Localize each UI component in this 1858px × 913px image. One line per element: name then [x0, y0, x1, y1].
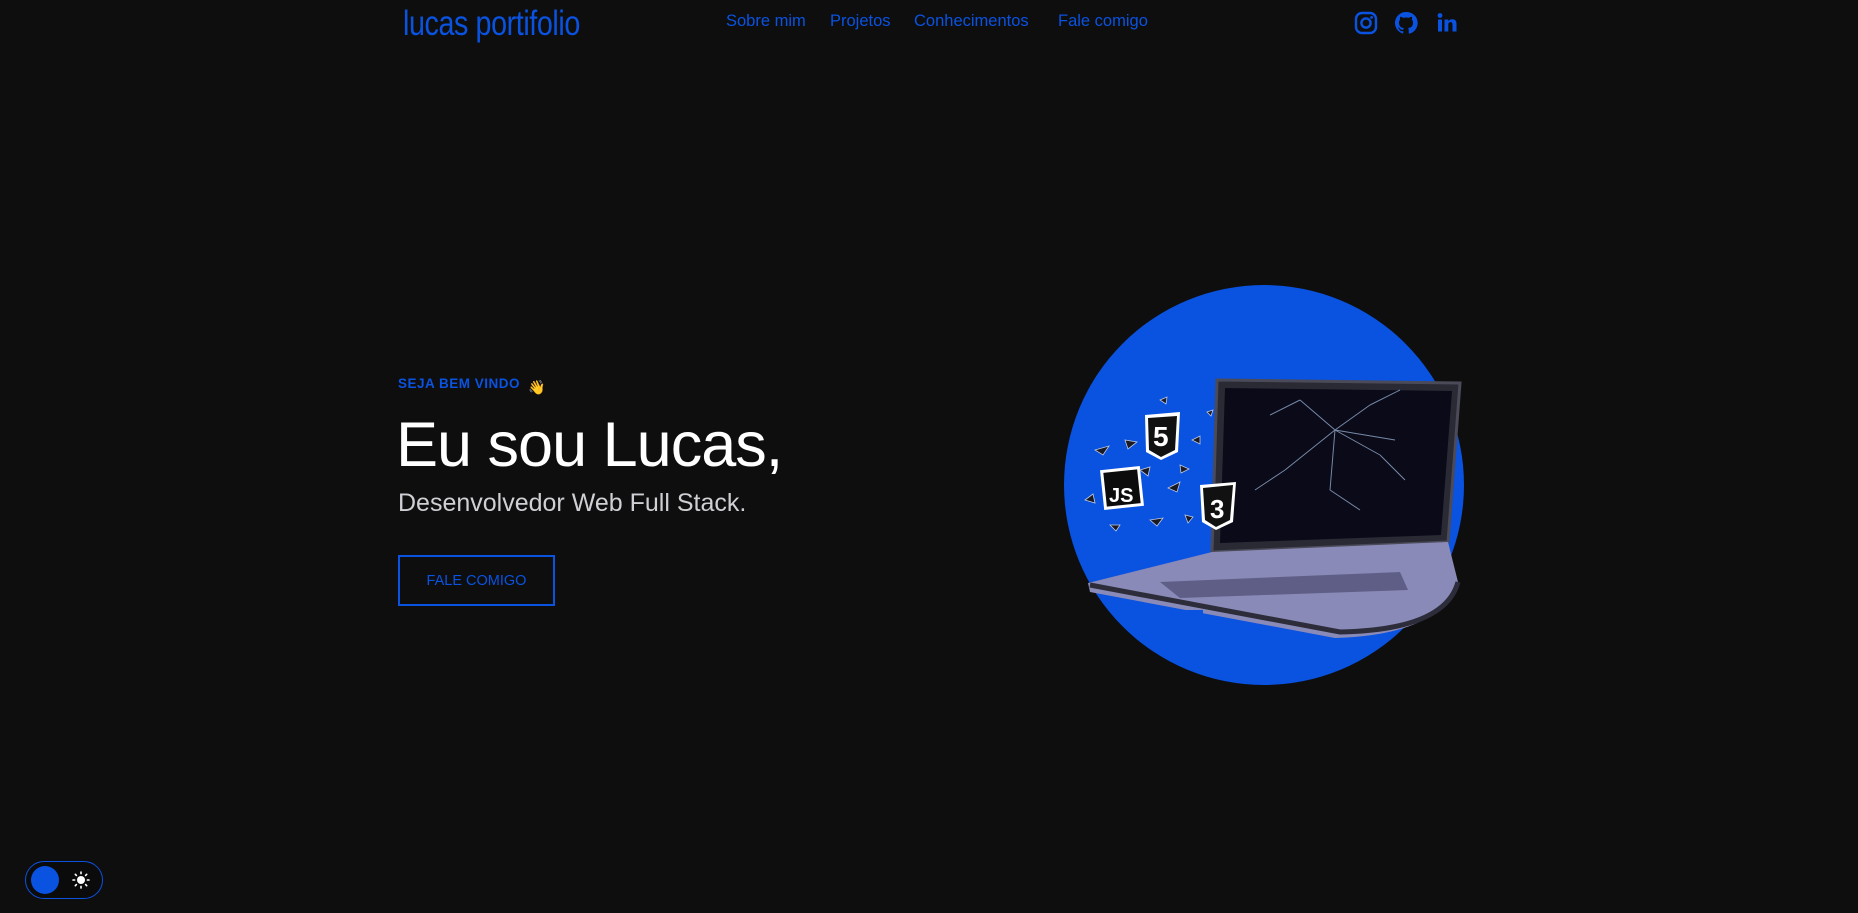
- hero-headline: Eu sou Lucas,: [396, 410, 783, 480]
- fale-comigo-button[interactable]: FALE COMIGO: [398, 555, 555, 606]
- js-badge-label: JS: [1109, 485, 1133, 507]
- linkedin-icon[interactable]: [1433, 9, 1461, 37]
- welcome-text: SEJA BEM VINDO: [398, 376, 521, 391]
- toggle-knob: [31, 866, 59, 894]
- nav-link-conhecimentos[interactable]: Conhecimentos: [914, 12, 1029, 31]
- nav-link-projetos[interactable]: Projetos: [830, 12, 891, 31]
- nav-link-sobre-mim[interactable]: Sobre mim: [726, 12, 806, 31]
- github-icon[interactable]: [1392, 9, 1420, 37]
- hero-subtitle: Desenvolvedor Web Full Stack.: [398, 489, 747, 517]
- html5-badge-label: 5: [1153, 421, 1169, 452]
- instagram-icon[interactable]: [1352, 9, 1380, 37]
- theme-toggle[interactable]: [25, 861, 103, 899]
- site-logo[interactable]: lucas portifolio: [403, 4, 580, 44]
- sun-icon: [72, 871, 90, 889]
- waving-hand-icon: 👋: [528, 379, 546, 395]
- welcome-kicker: SEJA BEM VINDO 👋: [398, 376, 545, 395]
- css3-badge-label: 3: [1210, 494, 1224, 524]
- css3-badge: 3: [1200, 482, 1236, 530]
- html5-badge: 5: [1145, 412, 1180, 460]
- nav-link-fale-comigo[interactable]: Fale comigo: [1058, 12, 1148, 31]
- hero-illustration: 5 JS 3: [1040, 280, 1480, 700]
- js-badge: JS: [1100, 466, 1144, 510]
